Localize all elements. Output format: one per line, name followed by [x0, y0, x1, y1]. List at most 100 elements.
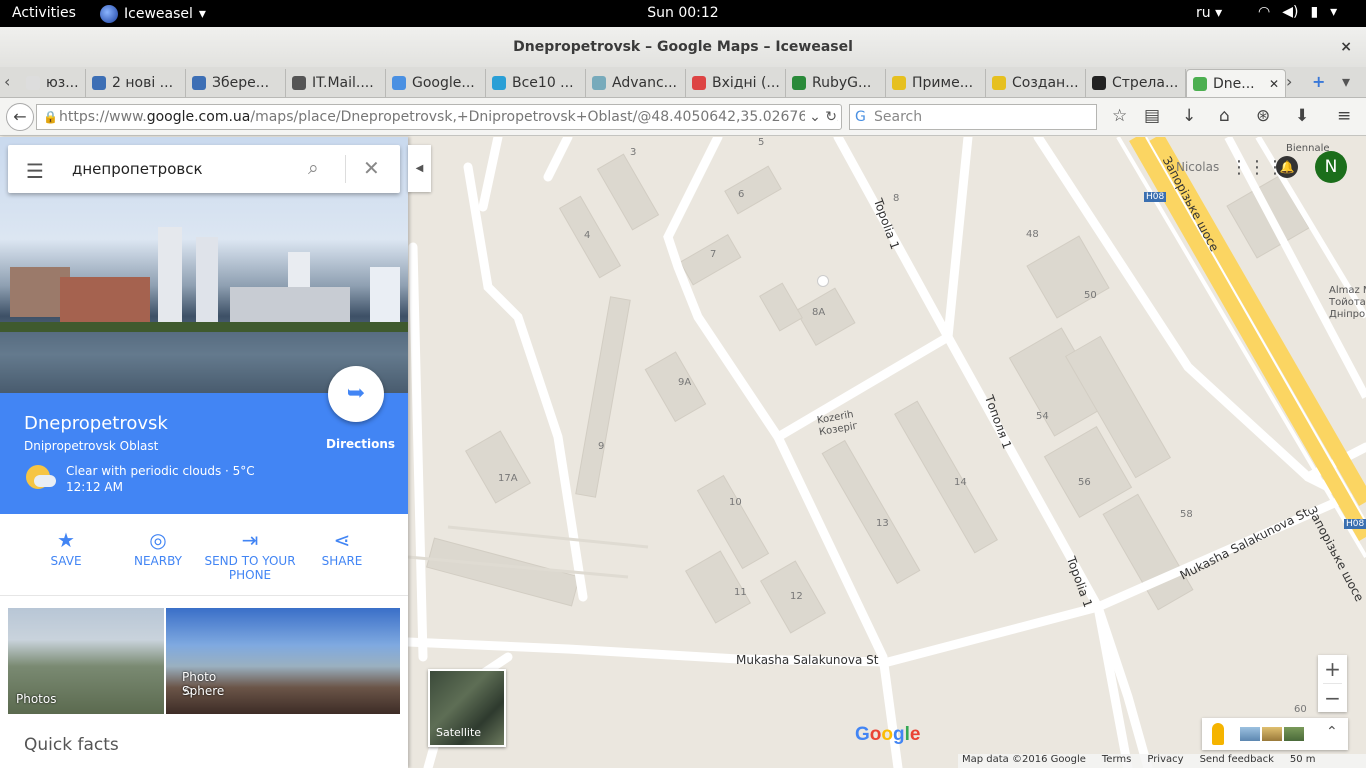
- google-logo: Google: [855, 724, 921, 745]
- action-send-to-your-phone-button[interactable]: ⇥ SEND TO YOUR PHONE: [204, 528, 296, 582]
- collapse-panel-button[interactable]: ◀: [408, 145, 431, 192]
- hamburger-menu-icon[interactable]: ≡: [1337, 106, 1351, 126]
- tab-label: Стрела...: [1112, 75, 1179, 91]
- url-dropdown-icon[interactable]: ⌄: [809, 109, 821, 125]
- map-footer-item[interactable]: Terms: [1102, 754, 1131, 768]
- action-save-button[interactable]: ★ SAVE: [20, 528, 112, 568]
- window-close-button[interactable]: ×: [1340, 27, 1352, 67]
- tab-label: 2 нові ...: [112, 75, 174, 91]
- search-icon[interactable]: ⌕: [308, 157, 319, 179]
- photos-thumbnail[interactable]: Photos: [8, 608, 164, 714]
- keyboard-language[interactable]: ru ▾: [1196, 5, 1222, 21]
- place-region: Dnipropetrovsk Oblast: [24, 439, 159, 453]
- tab-favicon-icon: [92, 76, 106, 90]
- pocket-icon[interactable]: ⬇: [1295, 106, 1309, 126]
- new-tab-button[interactable]: +: [1312, 72, 1325, 91]
- action-nearby-button[interactable]: ◎ NEARBY: [112, 528, 204, 568]
- reload-icon[interactable]: ↻: [825, 109, 837, 125]
- browser-tab[interactable]: RubyG...: [786, 69, 886, 97]
- menu-icon[interactable]: ☰: [26, 159, 44, 183]
- street-view-bar: ⌃: [1202, 718, 1348, 750]
- tab-favicon-icon: [26, 76, 40, 90]
- tab-label: юз...: [46, 75, 79, 91]
- tab-favicon-icon: [592, 76, 606, 90]
- pegman-icon[interactable]: [1212, 723, 1224, 745]
- house-number-label: 5: [758, 137, 765, 148]
- house-number-label: 3: [630, 147, 637, 158]
- tab-favicon-icon: [1092, 76, 1106, 90]
- url-bar[interactable]: 🔒 https://www.google.com.ua/maps/place/D…: [36, 104, 842, 130]
- imagery-thumb-1[interactable]: [1240, 727, 1260, 741]
- reading-list-icon[interactable]: ▤: [1144, 106, 1160, 126]
- download-icon[interactable]: ↓: [1182, 106, 1196, 126]
- search-query[interactable]: днепропетровск: [72, 160, 203, 178]
- wifi-icon: ◠: [1258, 4, 1271, 20]
- photo-sphere-thumbnail[interactable]: ⟲ Photo Sphere: [166, 608, 400, 714]
- house-number-label: 8: [893, 193, 900, 204]
- browser-tab[interactable]: юз...: [20, 69, 86, 97]
- photos-strip: Photos ⟲ Photo Sphere: [8, 608, 400, 714]
- imagery-thumb-2[interactable]: [1262, 727, 1282, 741]
- map-footer-item[interactable]: Send feedback: [1200, 754, 1274, 768]
- browser-tab[interactable]: Все10 ...: [486, 69, 586, 97]
- search-field[interactable]: G Search: [849, 104, 1097, 130]
- tab-label: Вхідні (...: [712, 75, 780, 91]
- browser-tab[interactable]: Збере...: [186, 69, 286, 97]
- street-label-mukasha: Mukasha Salakunova St: [736, 653, 879, 667]
- browser-tab[interactable]: 2 нові ...: [86, 69, 186, 97]
- action-label: SEND TO YOUR PHONE: [204, 554, 296, 582]
- house-number-label: 56: [1078, 477, 1091, 488]
- action-label: NEARBY: [133, 554, 182, 568]
- clock[interactable]: Sun 00:12: [0, 5, 1366, 21]
- window-title-bar: Dnepropetrovsk – Google Maps – Iceweasel…: [0, 27, 1366, 67]
- weather-info: Clear with periodic clouds · 5°C 12:12 AM: [66, 463, 255, 495]
- map-footer-item: Map data ©2016 Google: [962, 754, 1086, 765]
- satellite-toggle[interactable]: Satellite: [428, 669, 506, 747]
- browser-tab[interactable]: Приме...: [886, 69, 986, 97]
- tab-scroll-right-icon[interactable]: ›: [1286, 72, 1292, 91]
- notifications-icon[interactable]: 🔔: [1276, 156, 1298, 178]
- search-engine-icon[interactable]: G: [855, 105, 866, 129]
- tab-favicon-icon: [692, 76, 706, 90]
- search-divider: [345, 155, 346, 183]
- url-host: google.com.ua: [146, 109, 251, 125]
- expand-imagery-icon[interactable]: ⌃: [1326, 724, 1338, 740]
- directions-icon: ➥: [346, 381, 366, 406]
- action-share-button[interactable]: ⋖ SHARE: [296, 528, 388, 568]
- weather-cloud-icon: [34, 475, 56, 487]
- house-number-label: 54: [1036, 411, 1049, 422]
- browser-tab[interactable]: Dne... ✕: [1186, 69, 1286, 97]
- tab-scroll-left-icon[interactable]: ‹: [4, 72, 10, 91]
- bookmark-star-icon[interactable]: ☆: [1112, 106, 1127, 126]
- clear-search-icon[interactable]: ✕: [363, 156, 380, 180]
- map-canvas[interactable]: 3 5 6 4 7 8 8A 9A 9 17A 10 11 12 13 14 54 56 58 50 48 60 Koz…: [408, 137, 1366, 768]
- place-panel: ☰ днепропетровск ⌕ ✕ Dnepropetrovsk Dnip…: [0, 137, 408, 768]
- directions-label[interactable]: Directions: [326, 437, 395, 451]
- poi-marker-icon[interactable]: [817, 275, 829, 287]
- tab-close-icon[interactable]: ✕: [1269, 77, 1279, 91]
- browser-tab[interactable]: Advanc...: [586, 69, 686, 97]
- zoom-out-button[interactable]: −: [1318, 684, 1347, 712]
- addon-icon[interactable]: ⊛: [1256, 106, 1270, 126]
- imagery-thumb-3[interactable]: [1284, 727, 1304, 741]
- photos-label: Photos: [16, 692, 57, 706]
- browser-tab[interactable]: IT.Mail....: [286, 69, 386, 97]
- zoom-in-button[interactable]: +: [1318, 655, 1347, 683]
- road-shield-h08: H08: [1144, 192, 1167, 202]
- house-number-label: 11: [734, 587, 747, 598]
- tab-list-button[interactable]: ▾: [1342, 72, 1350, 91]
- browser-tab[interactable]: Стрела...: [1086, 69, 1186, 97]
- browser-tab[interactable]: Вхідні (...: [686, 69, 786, 97]
- search-placeholder: Search: [874, 109, 923, 125]
- account-avatar[interactable]: N: [1315, 151, 1347, 183]
- chevron-left-icon: ◀: [415, 163, 424, 174]
- home-icon[interactable]: ⌂: [1219, 106, 1230, 126]
- browser-tab[interactable]: Создан...: [986, 69, 1086, 97]
- map-footer-item[interactable]: Privacy: [1147, 754, 1183, 768]
- tab-favicon-icon: [192, 76, 206, 90]
- maps-search-box[interactable]: ☰ днепропетровск ⌕ ✕: [8, 145, 400, 193]
- system-status[interactable]: ◠ ◀) ▮ ▾: [1258, 4, 1337, 20]
- browser-tab[interactable]: Google...: [386, 69, 486, 97]
- directions-button[interactable]: ➥: [328, 366, 384, 422]
- back-button[interactable]: ←: [6, 103, 34, 131]
